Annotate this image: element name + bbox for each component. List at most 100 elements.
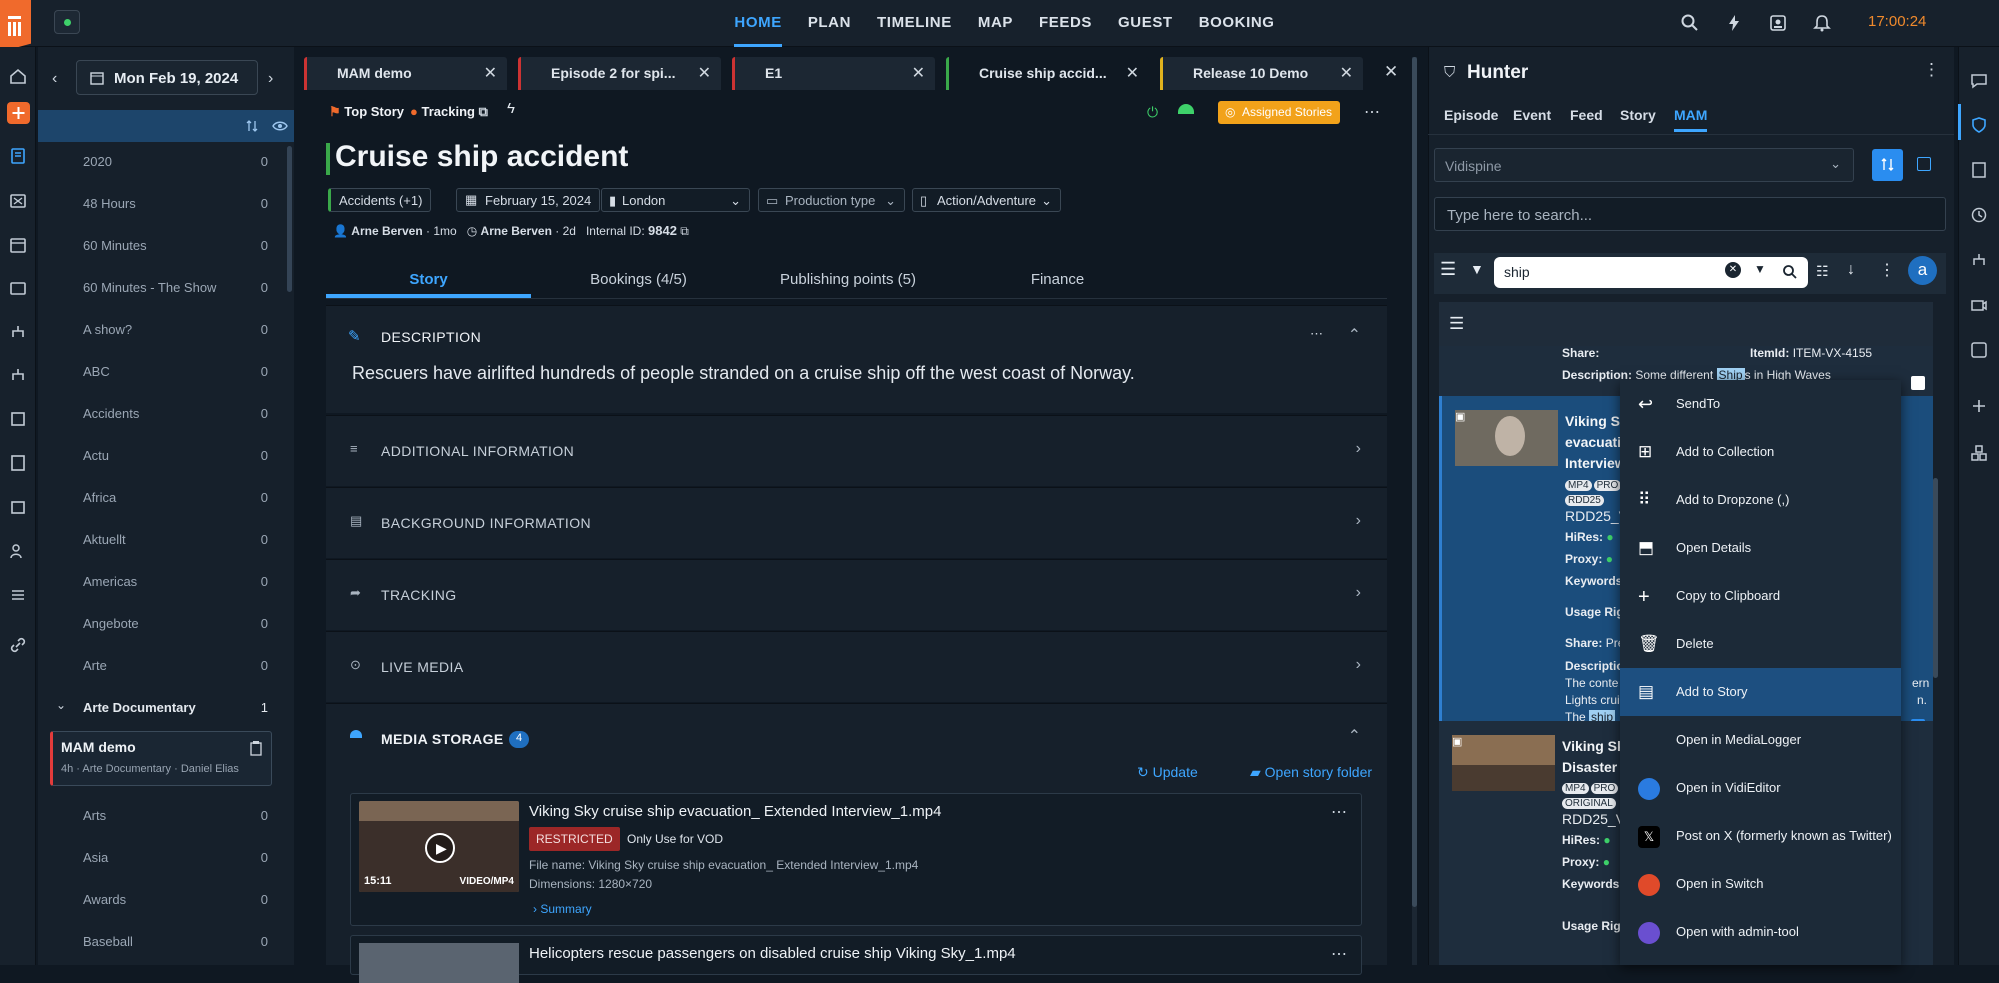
rundown-item[interactable]: 2020 0 [38,140,276,182]
avatar[interactable]: a [1908,256,1937,285]
category-chip[interactable]: Accidents (+1) [328,188,432,212]
menu-item-open-details[interactable]: ⬒ Open Details [1620,524,1901,572]
more-icon[interactable]: ⋯ [1310,326,1323,342]
media-item[interactable]: Helicopters rescue passengers on disable… [350,935,1362,983]
description-text[interactable]: Rescuers have airlifted hundreds of peop… [352,363,1135,384]
tab-mam-demo[interactable]: MAM demo ✕ [304,57,507,90]
home-icon[interactable] [9,67,27,85]
rundown-item[interactable]: Americas 0 [38,560,276,602]
chevron-up-icon[interactable]: ⌃ [1348,726,1361,746]
menu-item-delete[interactable]: 🗑 Delete [1620,620,1901,668]
story-card[interactable]: MAM demo 4h · Arte Documentary · Daniel … [50,731,272,786]
clear-icon[interactable]: ✕ [1725,262,1741,278]
rundown-item[interactable]: 60 Minutes 0 [38,224,276,266]
live-media-section[interactable]: ⊙ LIVE MEDIA › [326,631,1387,702]
select-checkbox[interactable] [1911,376,1925,390]
rundown-item[interactable]: Arte 0 [38,644,276,686]
menu-item-open-in-vidieditor[interactable]: Open in VidiEditor [1620,764,1901,812]
tab-e1[interactable]: E1 ✕ [732,57,935,90]
media-icon[interactable] [9,192,27,210]
rundown-group[interactable]: ⌄ Arte Documentary 1 [38,686,276,728]
document-icon[interactable] [9,454,27,472]
filter-icon[interactable]: ▼ [1470,261,1484,277]
flash-icon[interactable]: ϟ [507,100,515,117]
sort-icon[interactable] [245,119,259,133]
chat-icon[interactable] [1970,72,1988,90]
close-icon[interactable]: ✕ [484,63,497,83]
rundown-item[interactable]: Aktuellt 0 [38,518,276,560]
copy-icon[interactable]: ⧉ [680,224,689,238]
hierarchy2-icon[interactable] [9,366,27,384]
rundown-item[interactable]: 48 Hours 0 [38,182,276,224]
story-scrollbar[interactable] [1412,57,1417,907]
media-library-icon[interactable] [1970,341,1988,359]
rundown-item[interactable]: Arts 0 [38,794,276,836]
mam-search-input[interactable]: ship ✕ ▼ [1494,257,1808,288]
sort-desc-icon[interactable]: ↓ [1847,261,1855,279]
nav-map[interactable]: MAP [978,0,1013,47]
result-thumbnail[interactable] [1455,410,1558,466]
add-button[interactable] [7,102,30,124]
widgets-icon[interactable] [1970,444,1988,462]
hunter-tab-event[interactable]: Event [1513,107,1551,123]
filter-list-icon[interactable]: ☰ [1449,314,1464,334]
nav-home[interactable]: HOME [734,0,782,47]
menu-item-open-in-medialogger[interactable]: Open in MediaLogger [1620,716,1901,764]
media-title[interactable]: Viking Sky cruise ship evacuation_ Exten… [529,803,941,820]
rundown-item[interactable]: Baseball 0 [38,920,276,962]
more-icon[interactable]: ⋮ [1923,60,1940,80]
event-icon[interactable] [9,279,27,297]
date-chip[interactable]: ▦ February 15, 2024 [456,188,601,212]
hunter-tab-episode[interactable]: Episode [1444,107,1498,123]
nav-booking[interactable]: BOOKING [1199,0,1275,47]
search-icon[interactable] [1680,13,1700,33]
tab-publishing[interactable]: Publishing points (5) [746,271,950,298]
contact-card-icon[interactable] [1768,13,1788,33]
cloud-icon[interactable] [1178,104,1194,114]
location-select[interactable]: ▮ London ⌄ [601,188,750,212]
hunter-tab-story[interactable]: Story [1620,107,1656,123]
planner-icon[interactable] [9,498,27,516]
eye-icon[interactable] [272,119,288,133]
clipboard-icon[interactable] [249,740,263,756]
more-icon[interactable]: ⋯ [1331,802,1347,822]
people-icon[interactable] [9,542,27,560]
calendar-icon[interactable] [9,236,27,254]
more-icon[interactable]: ⋮ [1879,260,1895,280]
close-icon[interactable]: ✕ [1340,63,1353,83]
source-select[interactable]: Vidispine ⌄ [1434,148,1854,182]
flash-icon[interactable] [1724,13,1744,33]
rundown-item[interactable]: Angebote 0 [38,602,276,644]
sort-button[interactable] [1872,149,1903,181]
hunter-search-input[interactable]: Type here to search... [1434,197,1946,231]
chevron-up-icon[interactable]: ⌃ [1348,325,1361,345]
rundown-item[interactable]: 60 Minutes - The Show 0 [38,266,276,308]
hunter-icon[interactable] [1970,116,1988,134]
nav-feeds[interactable]: FEEDS [1039,0,1092,47]
production-type-select[interactable]: ▭ Production type ⌄ [758,188,905,212]
date-picker[interactable]: Mon Feb 19, 2024 [76,60,258,95]
background-info-section[interactable]: ▤ BACKGROUND INFORMATION › [326,487,1387,558]
prev-date-icon[interactable]: ‹ [52,70,57,88]
sidebar-scrollbar[interactable] [287,146,292,292]
menu-item-add-to-collection[interactable]: ⊞ Add to Collection [1620,428,1901,476]
menu-item-sendto[interactable]: ↩ SendTo [1620,380,1901,428]
open-folder-button[interactable]: ▰ Open story folder [1250,764,1372,781]
list-icon[interactable] [9,586,27,604]
rundown-item[interactable]: A show? 0 [38,308,276,350]
external-link-icon[interactable]: ⧉ [479,104,488,119]
stories-icon[interactable] [9,147,27,165]
additional-info-section[interactable]: ≡ ADDITIONAL INFORMATION › [326,415,1387,486]
menu-item-add-to-story[interactable]: ▤ Add to Story [1620,668,1901,716]
more-icon[interactable]: ⋯ [1364,102,1380,122]
result-thumbnail[interactable] [1452,735,1555,791]
bell-icon[interactable] [1812,13,1832,33]
video-thumbnail[interactable] [359,943,519,983]
list-view-icon[interactable]: ☷ [1816,263,1829,280]
rundown-item[interactable]: Actu 0 [38,434,276,476]
tab-release-10[interactable]: Release 10 Demo ✕ [1160,57,1363,90]
play-icon[interactable]: ▶ [425,833,455,863]
rundown-item[interactable]: Accidents 0 [38,392,276,434]
story-title[interactable]: Cruise ship accident [335,140,628,174]
layout-icon[interactable] [1917,157,1931,171]
